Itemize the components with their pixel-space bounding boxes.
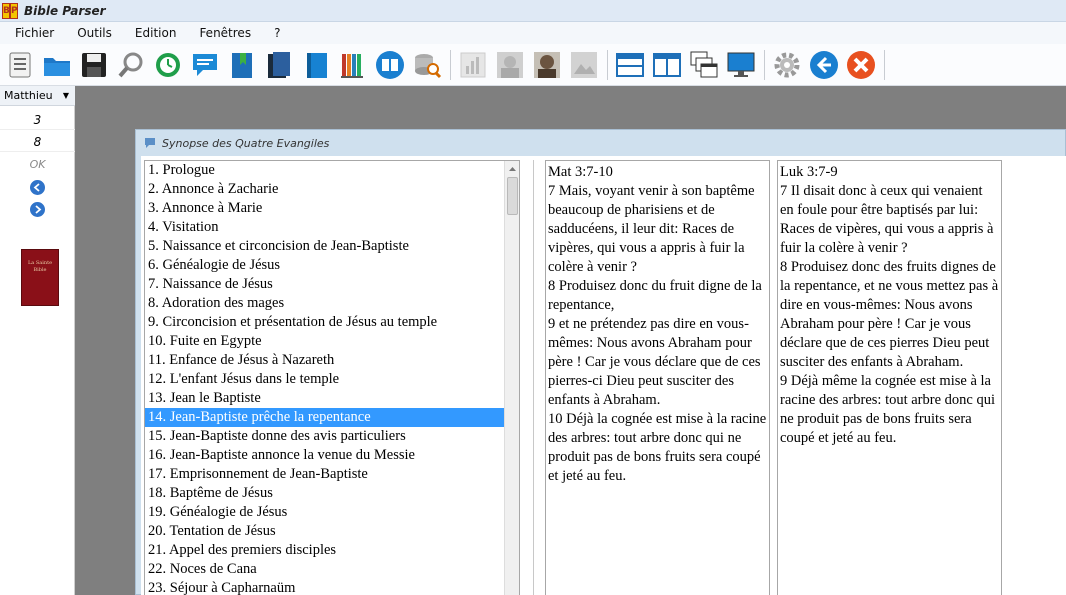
book-dark-icon[interactable] — [263, 49, 295, 81]
scroll-up-icon[interactable] — [505, 161, 519, 176]
chevron-down-icon: ▼ — [62, 91, 69, 100]
list-item[interactable]: 3. Annonce à Marie — [145, 199, 519, 218]
speech-bubble-icon[interactable] — [189, 49, 221, 81]
list-item[interactable]: 21. Appel des premiers disciples — [145, 541, 519, 560]
gospel-text-matthew: Mat 3:7-10 7 Mais, voyant venir à son ba… — [545, 160, 770, 595]
app-logo-icon: BP — [2, 2, 18, 19]
list-item[interactable]: 18. Baptême de Jésus — [145, 484, 519, 503]
folder-open-icon[interactable] — [41, 49, 73, 81]
menu-fenetres[interactable]: Fenêtres — [191, 26, 259, 40]
synopsis-title: Synopse des Quatre Evangiles — [162, 136, 330, 150]
back-arrow-icon[interactable] — [808, 49, 840, 81]
left-panel: Matthieu ▼ 3 8 OK La Sainte Bible — [0, 86, 75, 595]
list-item[interactable]: 1. Prologue — [145, 161, 519, 180]
close-x-icon[interactable] — [845, 49, 877, 81]
bible-cover-line2: Bible — [33, 267, 47, 273]
image-icon[interactable] — [494, 49, 526, 81]
synopsis-window: Synopse des Quatre Evangiles 1. Prologue… — [135, 129, 1066, 595]
list-item[interactable]: 11. Enfance de Jésus à Nazareth — [145, 351, 519, 370]
list-scrollbar[interactable] — [504, 161, 519, 595]
book-blue-icon[interactable] — [300, 49, 332, 81]
synopsis-body: 1. Prologue 2. Annonce à Zacharie 3. Annon… — [141, 156, 1066, 595]
chapter-field[interactable]: 3 — [0, 110, 75, 130]
verse-field[interactable]: 8 — [0, 132, 75, 152]
monitor-icon[interactable] — [725, 49, 757, 81]
portrait-icon[interactable] — [531, 49, 563, 81]
bookmark-book-icon[interactable] — [226, 49, 258, 81]
gospel-reference: Mat 3:7-10 — [548, 164, 613, 180]
list-item[interactable]: 23. Séjour à Capharnaüm — [145, 579, 519, 595]
list-item[interactable]: 2. Annonce à Zacharie — [145, 180, 519, 199]
title-bar: BP Bible Parser — [0, 0, 1066, 22]
toolbar — [0, 44, 1066, 86]
list-item[interactable]: 13. Jean le Baptiste — [145, 389, 519, 408]
open-book-icon[interactable] — [374, 49, 406, 81]
image-gray-icon[interactable] — [568, 49, 600, 81]
toolbar-separator — [884, 49, 885, 80]
gospel-text-luke: Luk 3:7-9 7 Il disait donc à ceux qui ve… — [777, 160, 1002, 595]
verse-text: 10 Déjà la cognée est mise à la racine d… — [548, 411, 767, 484]
verse-text: 9 Déjà même la cognée est mise à la raci… — [780, 373, 995, 446]
bar-chart-icon[interactable] — [457, 49, 489, 81]
list-item[interactable]: 15. Jean-Baptiste donne des avis particu… — [145, 427, 519, 446]
document-list-icon[interactable] — [4, 49, 36, 81]
pane-divider[interactable] — [533, 160, 534, 595]
verse-text: 7 Il disait donc à ceux qui venaient en … — [780, 183, 994, 256]
synopsis-title-bar: Synopse des Quatre Evangiles — [136, 130, 1066, 156]
list-item[interactable]: 19. Généalogie de Jésus — [145, 503, 519, 522]
list-item[interactable]: 4. Visitation — [145, 218, 519, 237]
refresh-clock-icon[interactable] — [152, 49, 184, 81]
scroll-thumb[interactable] — [507, 177, 518, 215]
bible-cover-image[interactable]: La Sainte Bible — [21, 249, 59, 306]
list-item[interactable]: 5. Naissance et circoncision de Jean-Bap… — [145, 237, 519, 256]
verse-text: 8 Produisez donc des fruits dignes de la… — [780, 259, 999, 370]
list-item[interactable]: 17. Emprisonnement de Jean-Baptiste — [145, 465, 519, 484]
bible-cover-line1: La Sainte — [27, 260, 53, 266]
previous-arrow-icon[interactable] — [30, 180, 45, 195]
verse-text: 9 et ne prétendez pas dire en vous-mêmes… — [548, 316, 761, 408]
menu-help[interactable]: ? — [266, 26, 288, 40]
cascade-windows-icon[interactable] — [688, 49, 720, 81]
list-item[interactable]: 22. Noces de Cana — [145, 560, 519, 579]
toolbar-separator — [607, 49, 608, 80]
list-item[interactable]: 14. Jean-Baptiste prêche la repentance — [145, 408, 519, 427]
verse-text: 7 Mais, voyant venir à son baptême beauc… — [548, 183, 755, 275]
toolbar-separator — [450, 49, 451, 80]
menu-fichier[interactable]: Fichier — [7, 26, 62, 40]
menu-edition[interactable]: Edition — [127, 26, 185, 40]
list-item[interactable]: 20. Tentation de Jésus — [145, 522, 519, 541]
horizontal-split-icon[interactable] — [614, 49, 646, 81]
search-icon[interactable] — [115, 49, 147, 81]
list-item[interactable]: 9. Circoncision et présentation de Jésus… — [145, 313, 519, 332]
ok-button[interactable]: OK — [0, 158, 75, 171]
search-database-icon[interactable] — [411, 49, 443, 81]
window-speech-icon — [145, 138, 155, 148]
list-item[interactable]: 12. L'enfant Jésus dans le temple — [145, 370, 519, 389]
pericope-list[interactable]: 1. Prologue 2. Annonce à Zacharie 3. Annon… — [144, 160, 520, 595]
save-icon[interactable] — [78, 49, 110, 81]
gospel-reference: Luk 3:7-9 — [780, 164, 838, 180]
list-item[interactable]: 8. Adoration des mages — [145, 294, 519, 313]
book-select-value: Matthieu — [4, 89, 53, 102]
list-item[interactable]: 10. Fuite en Egypte — [145, 332, 519, 351]
books-stack-icon[interactable] — [337, 49, 369, 81]
next-arrow-icon[interactable] — [30, 202, 45, 217]
list-item[interactable]: 16. Jean-Baptiste annonce la venue du Me… — [145, 446, 519, 465]
menu-outils[interactable]: Outils — [69, 26, 120, 40]
verse-text: 8 Produisez donc du fruit digne de la re… — [548, 278, 762, 313]
vertical-split-icon[interactable] — [651, 49, 683, 81]
toolbar-separator — [764, 49, 765, 80]
app-title: Bible Parser — [24, 3, 106, 18]
book-select[interactable]: Matthieu ▼ — [0, 86, 75, 106]
menu-bar: Fichier Outils Edition Fenêtres ? — [0, 22, 1066, 44]
list-item[interactable]: 6. Généalogie de Jésus — [145, 256, 519, 275]
settings-gear-icon[interactable] — [771, 49, 803, 81]
list-item[interactable]: 7. Naissance de Jésus — [145, 275, 519, 294]
